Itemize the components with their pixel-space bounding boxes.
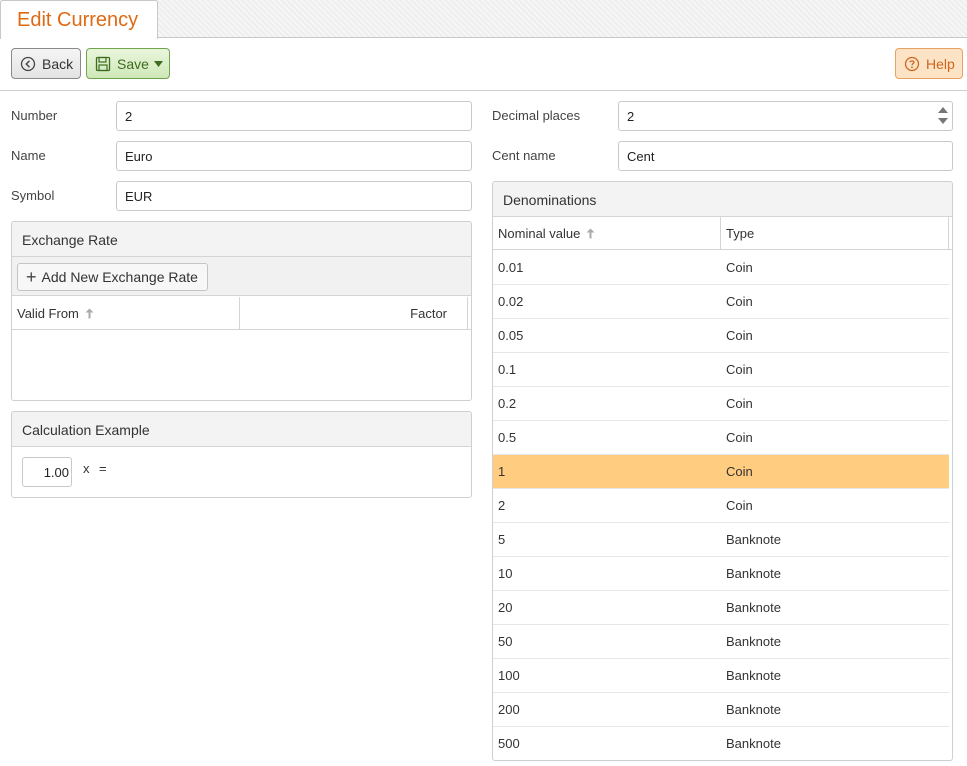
type-cell: Coin (726, 328, 753, 343)
table-row[interactable]: 2 Coin (493, 489, 949, 523)
denominations-grid-header: Nominal value Type (493, 217, 952, 250)
type-cell: Coin (726, 430, 753, 445)
column-valid-from[interactable]: Valid From (12, 297, 240, 330)
column-type-label: Type (726, 226, 755, 241)
type-cell: Banknote (726, 702, 781, 717)
denominations-title: Denominations (493, 182, 952, 217)
column-type[interactable]: Type (721, 217, 949, 250)
symbol-label: Symbol (11, 188, 55, 203)
column-nominal-value[interactable]: Nominal value (493, 217, 721, 250)
type-cell: Banknote (726, 566, 781, 581)
back-arrow-icon (20, 56, 36, 72)
add-exchange-rate-button[interactable]: + Add New Exchange Rate (17, 263, 208, 291)
table-row[interactable]: 0.1 Coin (493, 353, 949, 387)
table-row[interactable]: 0.01 Coin (493, 251, 949, 285)
table-row[interactable]: 5 Banknote (493, 523, 949, 557)
number-input[interactable]: 2 (116, 101, 472, 131)
table-row[interactable]: 0.2 Coin (493, 387, 949, 421)
save-label: Save (117, 55, 149, 72)
column-factor-label: Factor (410, 306, 447, 321)
decimal-places-value: 2 (627, 109, 635, 124)
plus-icon: + (26, 267, 37, 287)
sort-ascending-icon (85, 308, 94, 319)
calculation-times: x (83, 461, 90, 476)
denominations-panel: Denominations Nominal value Type 0.01 Coi… (492, 181, 953, 761)
table-row[interactable]: 0.02 Coin (493, 285, 949, 319)
help-button[interactable]: Help (895, 48, 963, 79)
cent-name-input[interactable]: Cent (618, 141, 953, 171)
chevron-down-icon[interactable] (153, 60, 163, 67)
table-row[interactable]: 500 Banknote (493, 727, 949, 760)
nominal-value-cell: 0.02 (498, 294, 524, 309)
type-cell: Coin (726, 464, 753, 479)
tab-title: Edit Currency (17, 9, 139, 31)
nominal-value-cell: 0.01 (498, 260, 524, 275)
help-label: Help (926, 55, 955, 72)
table-row[interactable]: 200 Banknote (493, 693, 949, 727)
nominal-value-cell: 0.1 (498, 362, 517, 377)
type-cell: Coin (726, 362, 753, 377)
toolbar-divider (0, 90, 967, 91)
exchange-rate-title: Exchange Rate (12, 222, 471, 257)
nominal-value-cell: 10 (498, 566, 513, 581)
help-icon (904, 56, 920, 72)
calculation-example-title: Calculation Example (12, 412, 471, 447)
nominal-value-cell: 0.2 (498, 396, 517, 411)
type-cell: Banknote (726, 668, 781, 683)
name-input[interactable]: Euro (116, 141, 472, 171)
nominal-value-cell: 0.5 (498, 430, 517, 445)
sort-ascending-icon (586, 228, 595, 239)
save-button[interactable]: Save (86, 48, 170, 79)
type-cell: Banknote (726, 634, 781, 649)
number-label: Number (11, 108, 58, 123)
add-exchange-rate-label: Add New Exchange Rate (41, 269, 198, 285)
type-cell: Coin (726, 498, 753, 513)
tab-edit-currency[interactable]: Edit Currency (0, 0, 158, 39)
table-row[interactable]: 50 Banknote (493, 625, 949, 659)
type-cell: Banknote (726, 600, 781, 615)
save-icon (95, 56, 111, 72)
type-cell: Coin (726, 260, 753, 275)
table-row[interactable]: 0.5 Coin (493, 421, 949, 455)
nominal-value-cell: 2 (498, 498, 506, 513)
type-cell: Coin (726, 396, 753, 411)
table-row[interactable]: 0.05 Coin (493, 319, 949, 353)
calculation-equals: = (99, 461, 107, 476)
column-nominal-value-label: Nominal value (498, 226, 581, 241)
type-cell: Banknote (726, 532, 781, 547)
nominal-value-cell: 500 (498, 736, 520, 751)
nominal-value-cell: 1 (498, 464, 506, 479)
nominal-value-cell: 50 (498, 634, 513, 649)
name-label: Name (11, 148, 46, 163)
nominal-value-cell: 20 (498, 600, 513, 615)
nominal-value-cell: 5 (498, 532, 506, 547)
nominal-value-cell: 0.05 (498, 328, 524, 343)
back-label: Back (42, 55, 74, 72)
nominal-value-cell: 200 (498, 702, 520, 717)
type-cell: Coin (726, 294, 753, 309)
column-factor[interactable]: Factor (240, 297, 468, 330)
symbol-input[interactable]: EUR (116, 181, 472, 211)
tab-bar: Edit Currency (0, 0, 967, 39)
table-row[interactable]: 1 Coin (493, 455, 949, 489)
decimal-places-label: Decimal places (492, 108, 581, 123)
nominal-value-cell: 100 (498, 668, 520, 683)
type-cell: Banknote (726, 736, 781, 751)
exchange-rate-grid-header: Valid From Factor (12, 297, 471, 330)
table-row[interactable]: 10 Banknote (493, 557, 949, 591)
decimal-places-stepper[interactable]: 2 (618, 101, 953, 131)
table-row[interactable]: 100 Banknote (493, 659, 949, 693)
cent-name-label: Cent name (492, 148, 556, 163)
column-valid-from-label: Valid From (17, 306, 79, 321)
calculation-example-panel: Calculation Example 1.00 x = (11, 411, 472, 498)
table-row[interactable]: 20 Banknote (493, 591, 949, 625)
calculation-amount-input[interactable]: 1.00 (22, 457, 72, 487)
back-button[interactable]: Back (11, 48, 81, 79)
stepper-arrows-icon[interactable] (938, 106, 948, 126)
exchange-rate-panel: Exchange Rate + Add New Exchange Rate Va… (11, 221, 472, 401)
